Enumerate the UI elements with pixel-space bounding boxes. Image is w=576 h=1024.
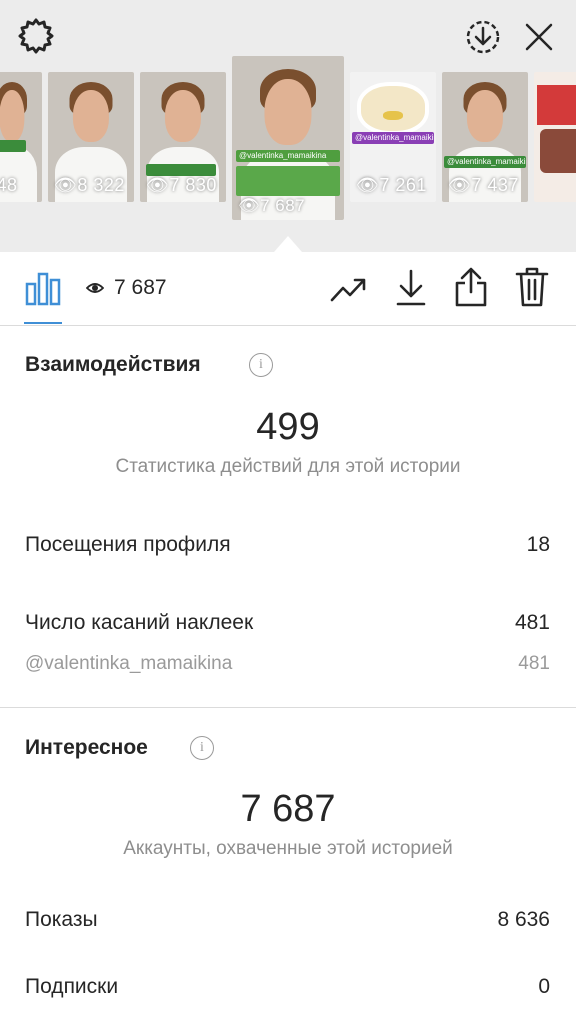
eye-icon: 👁 — [238, 196, 261, 215]
stat-subrow-value: 481 — [518, 653, 550, 674]
stat-row-value: 481 — [514, 611, 550, 634]
story-thumb-3[interactable]: 👁7 830 — [140, 72, 226, 202]
discovery-caption: Аккаунты, охваченные этой историей — [123, 838, 453, 859]
story-views-value: 7 437 — [471, 175, 519, 195]
info-icon[interactable]: i — [190, 736, 214, 760]
section-title-interactions: Взаимодействия — [25, 353, 201, 376]
trash-icon[interactable] — [515, 266, 549, 308]
settings-gear-icon[interactable] — [16, 16, 56, 56]
story-thumb-1[interactable]: 948 — [0, 72, 42, 202]
stat-row-label: Число касаний наклеек — [25, 611, 254, 634]
close-icon[interactable] — [524, 22, 554, 52]
discovery-total: 7 687 — [240, 788, 336, 830]
stories-strip: 948 👁8 322 👁7 830 @valentinka_mamaikina … — [0, 0, 576, 252]
story-thumb-5[interactable]: @valentinka_mamaikina 👁7 261 — [350, 72, 436, 202]
eye-icon: 👁 — [356, 175, 380, 195]
trending-up-icon[interactable] — [330, 274, 368, 304]
section-title-discovery: Интересное — [25, 736, 148, 759]
story-views-value: 7 687 — [260, 196, 306, 215]
stat-row-value: 0 — [538, 975, 550, 998]
interactions-total: 499 — [256, 406, 320, 448]
share-icon[interactable] — [454, 266, 488, 308]
mention-tag: @valentinka_mamaikina — [352, 132, 434, 144]
stat-row-label: Посещения профиля — [25, 533, 231, 556]
stat-subrow-label: @valentinka_mamaikina — [25, 653, 233, 674]
download-icon[interactable] — [395, 268, 427, 308]
story-views-value: 7 830 — [169, 175, 217, 195]
story-thumb-selected[interactable]: @valentinka_mamaikina 👁7 687 — [232, 56, 344, 220]
story-views-label: 👁7 261 — [356, 175, 427, 196]
story-views-value: 8 322 — [77, 175, 125, 195]
story-views-label: 👁7 830 — [146, 175, 217, 196]
interactions-caption: Статистика действий для этой истории — [115, 456, 461, 477]
mention-tag: @valentinka_mamaikina — [236, 150, 340, 162]
stat-row-value: 18 — [526, 533, 550, 556]
eye-icon: 👁 — [146, 175, 170, 195]
section-divider — [0, 707, 576, 708]
active-tab-underline — [24, 322, 62, 324]
story-views-value: 7 261 — [379, 175, 427, 195]
story-views-label: 👁7 437 — [448, 175, 519, 196]
eye-icon: 👁 — [54, 175, 78, 195]
story-views-label: 👁8 322 — [54, 175, 125, 196]
eye-icon: 👁 — [448, 175, 472, 195]
eye-icon — [86, 283, 104, 293]
story-views-label: 948 — [0, 175, 18, 195]
story-toolbar: 7 687 — [0, 252, 576, 326]
info-icon[interactable]: i — [249, 353, 273, 377]
story-thumb-6[interactable]: @valentinka_mamaikina 👁7 437 — [442, 72, 528, 202]
views-count: 7 687 — [86, 276, 167, 300]
stat-row-label: Показы — [25, 908, 98, 931]
bar-chart-icon[interactable] — [24, 270, 62, 306]
views-value: 7 687 — [114, 276, 167, 299]
selected-pointer — [274, 236, 302, 252]
mention-tag: @valentinka_mamaikina — [444, 156, 526, 168]
stat-row-label: Подписки — [25, 975, 119, 998]
story-thumb-2[interactable]: 👁8 322 — [48, 72, 134, 202]
download-circle-icon[interactable] — [464, 18, 502, 56]
stat-row-value: 8 636 — [497, 908, 550, 931]
story-thumb-7[interactable] — [534, 72, 576, 202]
story-views-label: 👁7 687 — [238, 196, 305, 216]
